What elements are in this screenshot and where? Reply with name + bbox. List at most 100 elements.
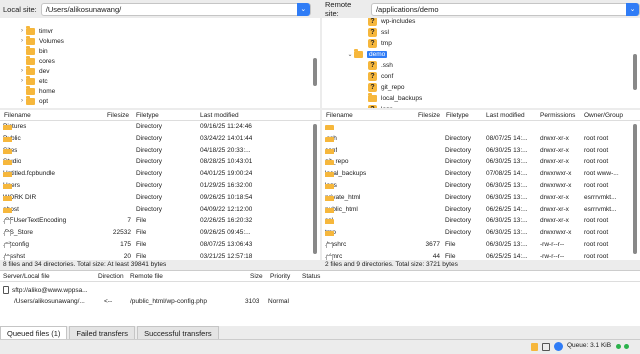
- file-owner: root root: [584, 158, 609, 166]
- tree-item[interactable]: ? ssl: [360, 27, 389, 37]
- tree-item[interactable]: › timvr: [18, 25, 53, 36]
- file-owner: root root: [584, 241, 609, 248]
- tab-queued-files[interactable]: Queued files (1): [0, 326, 68, 339]
- tree-item[interactable]: ? wp-includes: [360, 18, 415, 26]
- disclosure-icon[interactable]: ⌄: [346, 51, 354, 58]
- local-tree-scrollbar[interactable]: [313, 58, 317, 86]
- remote-file-row[interactable]: .bashrc 3677 File 06/30/25 13:... -rw-r--r--…: [322, 239, 630, 251]
- tab-failed-transfers[interactable]: Failed transfers: [69, 326, 136, 339]
- local-col-filename[interactable]: Filename: [4, 112, 31, 119]
- queue-col-server[interactable]: Server/Local file: [3, 273, 50, 280]
- sync-browse-icon[interactable]: [554, 342, 563, 351]
- tree-item[interactable]: ? tmp: [360, 38, 392, 48]
- file-owner: root root: [584, 182, 609, 189]
- tree-item[interactable]: › Volumes: [18, 35, 64, 46]
- remote-col-filename[interactable]: Filename: [326, 112, 353, 119]
- local-file-row[interactable]: Studio Directory 08/28/25 10:43:01: [0, 156, 310, 168]
- local-file-row[interactable]: Untitled.fcpbundle Directory 04/01/25 19:0…: [0, 168, 310, 180]
- remote-file-row[interactable]: git_repo Directory 06/30/25 13:... drwxr-xr…: [322, 156, 630, 168]
- queue-col-remote[interactable]: Remote file: [130, 273, 163, 280]
- remote-col-filesize[interactable]: Filesize: [418, 112, 440, 119]
- tab-successful-transfers[interactable]: Successful transfers: [137, 326, 219, 339]
- remote-file-list[interactable]: Filename Filesize Filetype Last modified…: [322, 110, 640, 260]
- disclosure-icon[interactable]: ›: [18, 98, 26, 104]
- chevron-down-icon[interactable]: ⌄: [296, 2, 310, 16]
- local-col-filesize[interactable]: Filesize: [107, 112, 129, 119]
- tree-item[interactable]: ⌄ demo: [346, 48, 388, 59]
- remote-site-path-combo[interactable]: /applications/demo ⌄: [370, 2, 640, 16]
- file-name: .CFUserTextEncoding: [3, 217, 67, 225]
- tree-item-label: dev: [39, 67, 50, 75]
- local-file-row[interactable]: UsersDirectory01/29/25 16:32:00: [0, 180, 310, 192]
- tree-item[interactable]: › etc: [18, 75, 48, 86]
- remote-file-row[interactable]: tmpDirectory06/30/25 13:...drwxrwxr-xroo…: [322, 227, 630, 239]
- tree-item[interactable]: ? git_repo: [360, 82, 405, 92]
- transfer-queue[interactable]: Server/Local file Direction Remote file …: [0, 270, 640, 326]
- queue-col-priority[interactable]: Priority: [270, 273, 290, 280]
- file-type: Directory: [136, 146, 163, 154]
- remote-directory-tree[interactable]: ? wp-includes? ssl? tmp ⌄ demo? .ssh? conf? git_…: [322, 18, 640, 108]
- local-col-filetype[interactable]: Filetype: [136, 112, 159, 119]
- server-icon: [3, 286, 9, 294]
- tree-item-label: bin: [39, 47, 48, 55]
- queue-col-status[interactable]: Status: [302, 273, 320, 280]
- remote-file-row[interactable]: .sshDirectory08/07/25 14:...drwxr-xr-xro…: [322, 133, 630, 145]
- file-modified: 04/01/25 19:00:24: [200, 170, 253, 178]
- local-file-row[interactable]: ghostDirectory04/09/22 12:12:00: [0, 204, 310, 216]
- remote-file-row[interactable]: confDirectory06/30/25 13:...drwxr-xr-xro…: [322, 145, 630, 157]
- tree-item[interactable]: local_backups: [360, 92, 422, 103]
- remote-col-permissions[interactable]: Permissions: [540, 112, 575, 119]
- filter-icon[interactable]: [542, 343, 550, 351]
- disclosure-icon[interactable]: ›: [18, 28, 26, 34]
- folder-icon: [354, 48, 363, 58]
- remote-file-row[interactable]: sslDirectory06/30/25 13:...drwxr-xr-xroo…: [322, 215, 630, 227]
- local-site-path-combo[interactable]: /Users/alikosunawang/ ⌄: [40, 2, 311, 16]
- disclosure-icon[interactable]: ›: [18, 78, 26, 84]
- tree-item[interactable]: › dev: [18, 65, 50, 76]
- tree-item[interactable]: ? conf: [360, 71, 393, 81]
- remote-file-row[interactable]: logsDirectory06/30/25 13:...drwxrwxr-xro…: [322, 180, 630, 192]
- local-file-row[interactable]: .CFUserTextEncoding 7 File 02/26/25 16:20:3…: [0, 215, 310, 227]
- remote-file-row[interactable]: ..: [322, 121, 630, 133]
- tree-item[interactable]: home: [18, 85, 55, 96]
- lock-icon: [531, 343, 538, 351]
- local-file-list[interactable]: Filename Filesize Filetype Last modified…: [0, 110, 320, 260]
- local-file-row[interactable]: PublicDirectory03/24/22 14:01:44: [0, 133, 310, 145]
- queue-server-row[interactable]: sftp://aliko@www.wppsa...: [0, 284, 640, 296]
- disclosure-icon[interactable]: ›: [18, 38, 26, 44]
- disclosure-icon[interactable]: ›: [18, 68, 26, 74]
- tree-item[interactable]: ? logs: [360, 104, 393, 108]
- local-file-header: Filename Filesize Filetype Last modified: [0, 110, 320, 121]
- queue-item-row[interactable]: /Users/alikosunawang/... <-- /public_htm…: [0, 296, 640, 308]
- local-file-row[interactable]: .lesshst 20 File 03/21/25 12:57:18: [0, 251, 310, 260]
- remote-list-scrollbar[interactable]: [633, 124, 637, 254]
- remote-file-row[interactable]: .vimrc 44 File 06/25/25 14:... -rw-r--r-- roo…: [322, 251, 630, 260]
- queue-col-size[interactable]: Size: [250, 273, 263, 280]
- remote-file-row[interactable]: private_html Directory 06/30/25 13:... drwx…: [322, 192, 630, 204]
- local-file-row[interactable]: .DS_Store 22532 File 09/26/25 09:45:...: [0, 227, 310, 239]
- folder-icon: [368, 92, 377, 102]
- remote-col-modified[interactable]: Last modified: [486, 112, 525, 119]
- folder-icon: [26, 65, 35, 75]
- file-icon: [4, 231, 11, 237]
- tree-item[interactable]: cores: [18, 55, 55, 66]
- unknown-folder-icon: ?: [368, 18, 377, 26]
- chevron-down-icon[interactable]: ⌄: [626, 2, 639, 16]
- local-list-scrollbar[interactable]: [313, 124, 317, 254]
- queue-col-direction[interactable]: Direction: [98, 273, 124, 280]
- tree-item[interactable]: bin: [18, 45, 48, 56]
- local-directory-tree[interactable]: › timvr › Volumes bin cores › dev › etc home › opt: [0, 18, 320, 108]
- local-file-row[interactable]: SitesDirectory04/18/25 20:33:...: [0, 145, 310, 157]
- tree-item[interactable]: ? .ssh: [360, 60, 393, 70]
- remote-file-row[interactable]: public_html Directory 06/26/25 14:... drwxr…: [322, 204, 630, 216]
- local-col-modified[interactable]: Last modified: [200, 112, 239, 119]
- file-owner: esrrrvmkt...: [584, 193, 617, 201]
- local-file-row[interactable]: Pictures Directory 09/16/25 11:24:46: [0, 121, 310, 133]
- remote-col-owner[interactable]: Owner/Group: [584, 112, 623, 119]
- local-file-row[interactable]: WORK DIR Directory 09/26/25 10:18:54: [0, 192, 310, 204]
- remote-tree-scrollbar[interactable]: [633, 54, 637, 90]
- tree-item[interactable]: › opt: [18, 95, 48, 106]
- remote-col-filetype[interactable]: Filetype: [446, 112, 469, 119]
- local-file-row[interactable]: .gitconfig 175 File 08/07/25 13:06:43: [0, 239, 310, 251]
- remote-file-row[interactable]: local_backups Directory 07/08/25 14:... drw…: [322, 168, 630, 180]
